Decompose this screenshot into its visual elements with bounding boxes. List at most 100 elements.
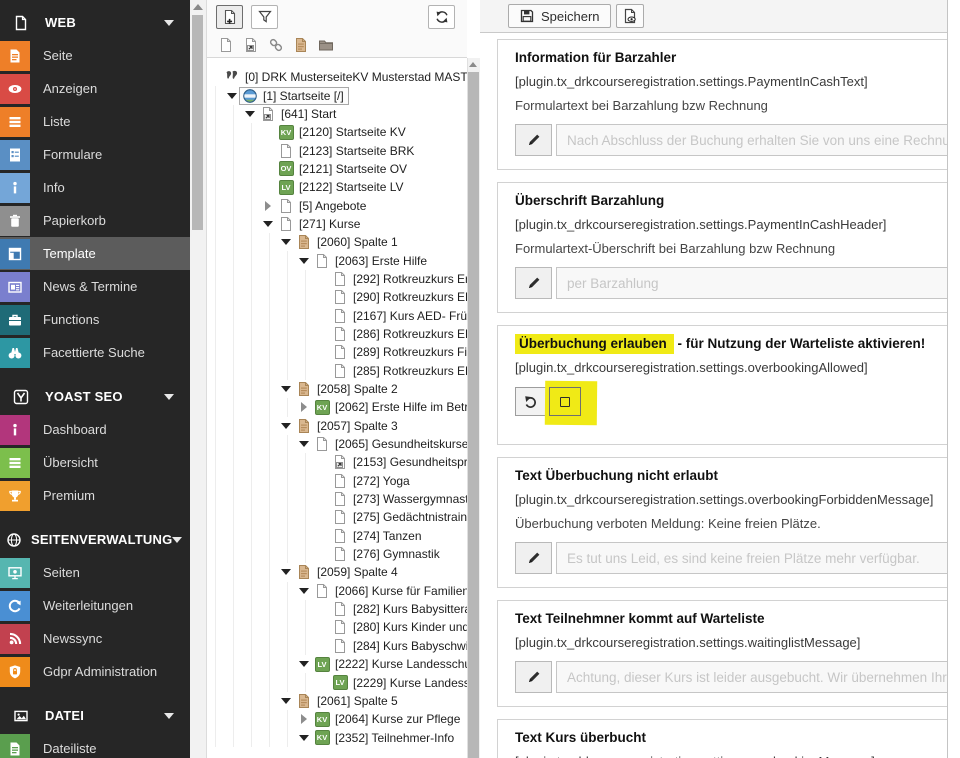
filter-button[interactable] — [251, 5, 278, 29]
menu-header-yoast-seo[interactable]: YOAST SEO — [0, 380, 190, 413]
content-scrollbar-area[interactable] — [947, 0, 960, 758]
tree-node-box[interactable]: KV[2062] Erste Hilfe im Betrie — [311, 398, 467, 416]
sidebar-item-übersicht[interactable]: Übersicht — [0, 446, 190, 479]
sidebar-item-functions[interactable]: Functions — [0, 303, 190, 336]
collapse-icon[interactable] — [297, 258, 311, 264]
tree-node-box[interactable]: [2059] Spalte 4 — [293, 563, 403, 581]
collapse-icon[interactable] — [261, 221, 275, 227]
sidebar-item-gdpr-administration[interactable]: Gdpr Administration — [0, 655, 190, 688]
tree-node[interactable]: [2123] Startseite BRK — [207, 141, 467, 159]
tree-node-box[interactable]: KV[2352] Teilnehmer-Info — [311, 729, 459, 747]
sidebar-item-news-termine[interactable]: News & Termine — [0, 270, 190, 303]
tree-node-box[interactable]: [276] Gymnastik — [329, 545, 445, 563]
tree-node[interactable]: [274] Tanzen — [207, 527, 467, 545]
tree-node[interactable]: [289] Rotkreuzkurs Fit i — [207, 343, 467, 361]
tree-node-box[interactable]: LV[2122] Startseite LV — [275, 178, 409, 196]
edit-constant-button[interactable] — [515, 267, 552, 299]
sidebar-item-dashboard[interactable]: Dashboard — [0, 413, 190, 446]
sidebar-item-dateiliste[interactable]: Dateiliste — [0, 732, 190, 758]
tree-node[interactable]: LV[2229] Kurse Landessch — [207, 673, 467, 691]
collapse-icon[interactable] — [279, 423, 293, 429]
module-menu-scrollbar[interactable] — [190, 0, 207, 758]
tree-node[interactable]: [641] Start — [207, 105, 467, 123]
tree-node-box[interactable]: [2057] Spalte 3 — [293, 417, 403, 435]
tree-node-box[interactable]: [274] Tanzen — [329, 527, 427, 545]
expand-icon[interactable] — [261, 201, 275, 211]
sidebar-item-formulare[interactable]: Formulare — [0, 138, 190, 171]
tree-node[interactable]: [2061] Spalte 5 — [207, 692, 467, 710]
save-button[interactable]: Speichern — [508, 4, 611, 28]
tree-node-box[interactable]: [0] DRK MusterseiteKV Musterstad MAST — [221, 68, 467, 86]
tree-node[interactable]: [2066] Kurse für Familien — [207, 582, 467, 600]
tree-node[interactable]: [285] Rotkreuzkurs EH S — [207, 362, 467, 380]
tree-node[interactable]: [271] Kurse — [207, 215, 467, 233]
tree-node[interactable]: [0] DRK MusterseiteKV Musterstad MAST — [207, 68, 467, 86]
tree-node[interactable]: [2153] Gesundheitsprog — [207, 453, 467, 471]
tree-node-box[interactable]: LV[2222] Kurse Landesschule — [311, 655, 467, 673]
expand-icon[interactable] — [297, 402, 311, 412]
menu-header-web[interactable]: WEB — [0, 6, 190, 39]
collapse-icon[interactable] — [279, 386, 293, 392]
tree-node-box[interactable]: [1] Startseite [/] — [239, 87, 349, 105]
tree-node-box[interactable]: [285] Rotkreuzkurs EH S — [329, 362, 467, 380]
scrollbar-thumb[interactable] — [192, 15, 203, 230]
scroll-up-arrow-icon[interactable] — [193, 4, 203, 10]
tree-node[interactable]: LV[2122] Startseite LV — [207, 178, 467, 196]
sidebar-item-premium[interactable]: Premium — [0, 479, 190, 512]
tree-node[interactable]: [2058] Spalte 2 — [207, 380, 467, 398]
tree-node[interactable]: KV[2062] Erste Hilfe im Betrie — [207, 398, 467, 416]
collapse-icon[interactable] — [297, 588, 311, 594]
collapse-icon[interactable] — [243, 111, 257, 117]
sidebar-item-weiterleitungen[interactable]: Weiterleitungen — [0, 589, 190, 622]
sidebar-item-liste[interactable]: Liste — [0, 105, 190, 138]
edit-constant-button[interactable] — [515, 124, 552, 156]
save-and-view-button[interactable] — [616, 4, 644, 28]
tree-node[interactable]: [2060] Spalte 1 — [207, 233, 467, 251]
new-page-button[interactable] — [216, 5, 243, 29]
tree-node-box[interactable]: KV[2064] Kurse zur Pflege — [311, 710, 465, 728]
collapse-icon[interactable] — [279, 698, 293, 704]
tree-node-box[interactable]: [280] Kurs Kinder und F — [329, 618, 467, 636]
constant-value-input[interactable] — [556, 124, 947, 156]
tree-node-box[interactable]: [641] Start — [257, 105, 341, 123]
collapse-icon[interactable] — [279, 569, 293, 575]
sidebar-item-newssync[interactable]: Newssync — [0, 622, 190, 655]
tree-node[interactable]: [273] Wassergymnastik — [207, 490, 467, 508]
tree-node-box[interactable]: [289] Rotkreuzkurs Fit i — [329, 343, 467, 361]
tree-node[interactable]: [282] Kurs Babysitteraus — [207, 600, 467, 618]
collapse-icon[interactable] — [225, 93, 239, 99]
tree-node[interactable]: [1] Startseite [/] — [207, 86, 467, 104]
tree-node-box[interactable]: [2063] Erste Hilfe — [311, 252, 432, 270]
tree-node-box[interactable]: [2123] Startseite BRK — [275, 142, 419, 160]
tree-node-box[interactable]: [2058] Spalte 2 — [293, 380, 403, 398]
tree-node[interactable]: [280] Kurs Kinder und F — [207, 618, 467, 636]
tree-node-box[interactable]: [2153] Gesundheitsprog — [329, 453, 467, 471]
refresh-tree-button[interactable] — [428, 5, 455, 29]
sidebar-item-info[interactable]: Info — [0, 171, 190, 204]
constant-value-input[interactable] — [556, 661, 947, 693]
tree-node-box[interactable]: [282] Kurs Babysitteraus — [329, 600, 467, 618]
sidebar-item-seite[interactable]: Seite — [0, 39, 190, 72]
tree-node[interactable]: [284] Kurs Babyschwimm — [207, 637, 467, 655]
scrollbar-thumb[interactable] — [468, 72, 479, 758]
tree-node-box[interactable]: [273] Wassergymnastik — [329, 490, 467, 508]
tree-node[interactable]: [272] Yoga — [207, 472, 467, 490]
collapse-icon[interactable] — [279, 239, 293, 245]
sidebar-item-facettierte-suche[interactable]: Facettierte Suche — [0, 336, 190, 369]
tree-node-box[interactable]: [5] Angebote — [275, 197, 371, 215]
sidebar-item-papierkorb[interactable]: Papierkorb — [0, 204, 190, 237]
overbooking-allowed-checkbox[interactable] — [549, 387, 581, 416]
tree-node-box[interactable]: [2060] Spalte 1 — [293, 233, 403, 251]
tree-node[interactable]: [5] Angebote — [207, 196, 467, 214]
tree-node-box[interactable]: [2065] Gesundheitskurse — [311, 435, 467, 453]
tree-node[interactable]: [276] Gymnastik — [207, 545, 467, 563]
tree-node-box[interactable]: [272] Yoga — [329, 472, 415, 490]
sidebar-item-anzeigen[interactable]: Anzeigen — [0, 72, 190, 105]
tree-node-box[interactable]: OV[2121] Startseite OV — [275, 160, 412, 178]
tree-node[interactable]: [275] Gedächtnistraining — [207, 508, 467, 526]
sidebar-item-seiten[interactable]: Seiten — [0, 556, 190, 589]
constant-value-input[interactable] — [556, 267, 947, 299]
tree-node-box[interactable]: [275] Gedächtnistraining — [329, 508, 467, 526]
menu-header-datei[interactable]: DATEI — [0, 699, 190, 732]
tree-node[interactable]: OV[2121] Startseite OV — [207, 160, 467, 178]
